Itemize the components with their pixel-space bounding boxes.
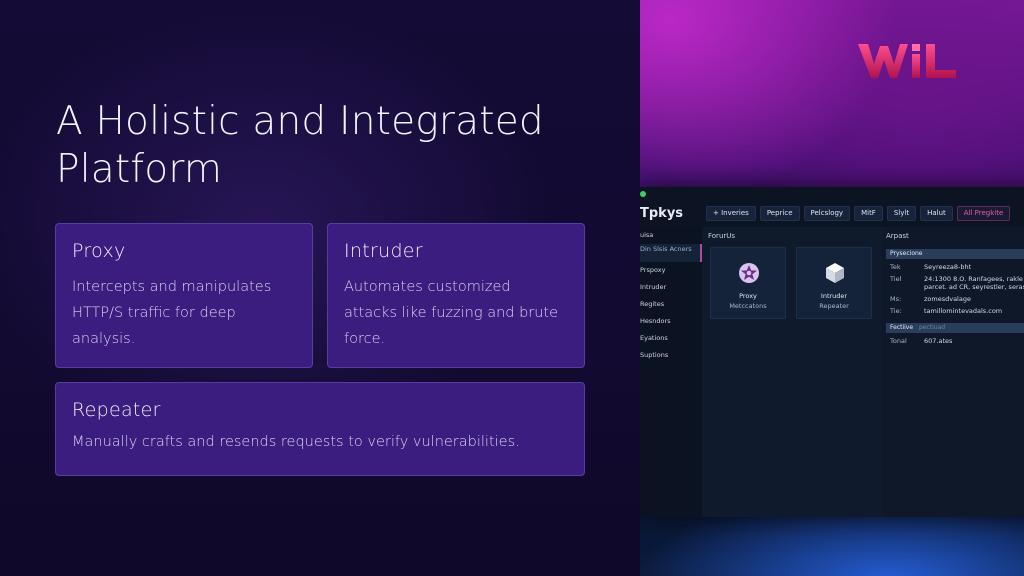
toolbar-button[interactable]: Halut	[920, 206, 953, 221]
sidebar-item-intruder[interactable]: Intruder	[640, 279, 702, 296]
section-title: Fectiive	[890, 324, 914, 331]
row-value: Seyreeza8-bht	[924, 263, 972, 271]
tile-name: Proxy	[739, 292, 757, 300]
sidebar-item[interactable]: Eyations	[640, 330, 702, 347]
proxy-star-icon	[739, 263, 759, 283]
row-value-continued: parcet. ad CR, seyrestler, serase	[924, 283, 1024, 291]
intruder-cube-icon	[826, 263, 844, 283]
toolbar-button[interactable]: MitF	[854, 206, 883, 221]
details-section-header: Fectiive pectiuad	[886, 323, 1024, 333]
sidebar-item[interactable]: Suptions	[640, 347, 702, 364]
slide-title-line-1: A Holistic and Integrated	[56, 99, 544, 144]
product-screenshot-panel: Tpkys + Inveries Peprice Pelcslogy MitF …	[640, 0, 1024, 576]
toolbar-button[interactable]: Pelcslogy	[803, 206, 851, 221]
toolbar-button[interactable]: + Inveries	[706, 206, 756, 221]
details-section-header: Prysecione	[886, 249, 1024, 259]
card-title: Intruder	[344, 240, 423, 262]
details-label: Arpast	[886, 232, 909, 240]
tile-subtitle: Repeater	[819, 302, 849, 310]
window-status-dot	[640, 191, 646, 197]
row-key: Tek	[890, 263, 901, 271]
row-value: zomesdvalage	[924, 295, 971, 303]
row-value: 24:1300 8.O. Ranfagees, rakle	[924, 275, 1023, 283]
feature-card-intruder: Intruder Automates customized attacks li…	[327, 223, 585, 368]
details-row: Tiel 24:1300 8.O. Ranfagees, rakle parcet…	[890, 275, 1024, 291]
sidebar-item-proxy[interactable]: Prspoxy	[640, 262, 702, 279]
toolbar-button-all-projects[interactable]: All Pregkite	[956, 206, 1011, 221]
app-sidebar: uisa Din Slsis Acners Prspoxy Intruder R…	[640, 227, 702, 517]
row-value: tamillomintevadals.com	[924, 307, 1003, 315]
details-row: Tek Seyreeza8-bht	[890, 263, 1024, 271]
sidebar-item[interactable]: Hesndors	[640, 313, 702, 330]
sidebar-item-active[interactable]: Din Slsis Acners	[640, 244, 702, 262]
card-title: Repeater	[72, 399, 161, 421]
feature-card-proxy: Proxy Intercepts and manipulates HTTP/S …	[55, 223, 313, 368]
details-pane: Arpast Prysecione Tek Seyreeza8-bht Tiel 2…	[882, 227, 1024, 517]
toolbar-button[interactable]: Slylt	[886, 206, 917, 221]
row-key: Tiel	[890, 275, 902, 283]
slide-title-line-2: Platform	[56, 147, 223, 192]
details-row: Ms: zomesdvalage	[890, 295, 1024, 303]
details-row: Tie: tamillomintevadals.com	[890, 307, 1024, 315]
tool-tile-proxy[interactable]: Proxy Metccatons	[710, 247, 786, 319]
card-title: Proxy	[72, 240, 126, 262]
section-extra: pectiuad	[918, 324, 946, 331]
tool-tile-intruder[interactable]: Intruder Repeater	[796, 247, 872, 319]
tile-name: Intruder	[820, 292, 848, 300]
row-key: Ms:	[890, 295, 902, 303]
tile-subtitle: Metccatons	[729, 302, 767, 310]
sidebar-item[interactable]: Regites	[640, 296, 702, 313]
app-title: Tpkys	[640, 206, 684, 221]
feature-card-repeater: Repeater Manually crafts and resends req…	[55, 382, 585, 476]
slide-title: A Holistic and Integrated Platform	[56, 98, 616, 194]
sidebar-item[interactable]: uisa	[640, 227, 702, 244]
pane-label: ForurUs	[708, 232, 736, 240]
app-toolbar: + Inveries Peprice Pelcslogy MitF Slylt …	[706, 206, 1011, 221]
toolbar-button[interactable]: Peprice	[759, 206, 800, 221]
details-row: Tonal 607.ates	[890, 337, 1024, 345]
row-key: Tonal	[890, 337, 907, 345]
row-key: Tie:	[890, 307, 902, 315]
app-window: Tpkys + Inveries Peprice Pelcslogy MitF …	[640, 187, 1024, 517]
tools-pane: ForurUs Proxy Metccatons Intruder Repeat…	[702, 227, 882, 517]
card-description: Intercepts and manipulates HTTP/S traffi…	[72, 279, 272, 347]
wil-logo	[858, 44, 956, 78]
card-description: Manually crafts and resends requests to …	[72, 434, 520, 450]
slide-content-panel: A Holistic and Integrated Platform Proxy…	[0, 0, 640, 576]
row-value: 607.ates	[924, 337, 953, 345]
card-description: Automates customized attacks like fuzzin…	[344, 279, 559, 347]
